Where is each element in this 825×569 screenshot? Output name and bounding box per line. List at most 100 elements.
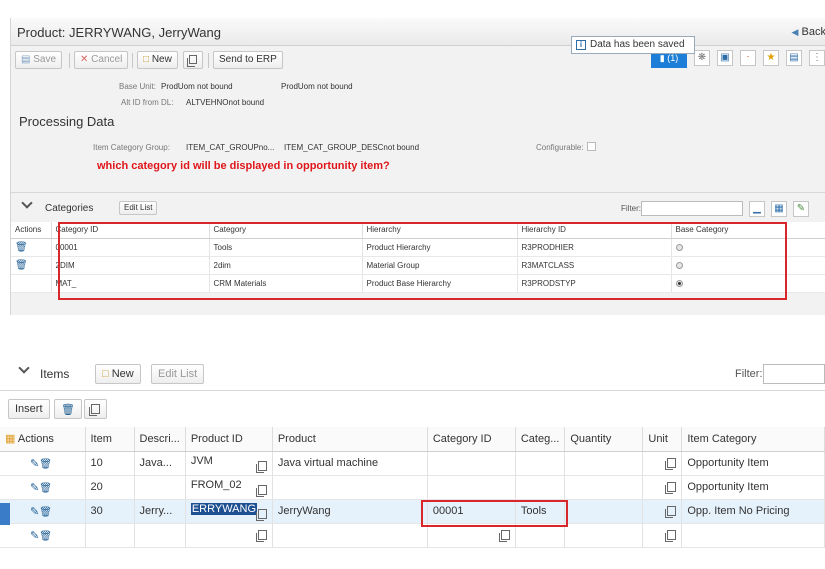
product-id-cell[interactable]: ERRYWANG: [185, 499, 273, 524]
item-row[interactable]: ✎🗑 20 FROM_02 Opportunity Item: [0, 475, 825, 500]
attachment-icon[interactable]: ⋅: [740, 50, 756, 66]
settings-icon[interactable]: ❋: [694, 50, 710, 66]
col-description[interactable]: Descri...: [134, 427, 186, 452]
more-icon[interactable]: ⋮: [809, 50, 825, 66]
category-row[interactable]: 🗑 2DIM 2dim Material Group R3MATCLASS: [11, 256, 825, 275]
quantity-cell: [564, 451, 644, 476]
print-icon[interactable]: ▤: [786, 50, 802, 66]
edit-icon[interactable]: ✎: [30, 530, 39, 542]
col-category-id[interactable]: Category ID: [51, 222, 210, 239]
base-category-radio[interactable]: [675, 243, 683, 251]
items-new-button[interactable]: □ New: [95, 364, 141, 384]
product-id-cell[interactable]: [185, 523, 273, 548]
category-id-cell: 00001: [427, 499, 516, 524]
col-item-category[interactable]: Item Category: [681, 427, 825, 452]
edit-icon[interactable]: ✎: [30, 458, 39, 470]
col-unit[interactable]: Unit: [642, 427, 683, 452]
edit-icon[interactable]: ✎: [30, 482, 39, 494]
unit-cell[interactable]: [642, 451, 683, 476]
value-help-icon[interactable]: [255, 461, 267, 473]
description-link[interactable]: Jerry...: [134, 499, 186, 524]
personalize-icon[interactable]: ✎: [793, 201, 809, 217]
back-link[interactable]: ◀ Back: [792, 26, 825, 38]
value-help-icon[interactable]: [665, 506, 677, 518]
send-to-erp-button[interactable]: Send to ERP: [213, 51, 283, 69]
product-id-selected-text[interactable]: ERRYWANG: [190, 503, 258, 515]
column-settings-icon: ▦: [5, 433, 16, 446]
copy-button[interactable]: [84, 399, 107, 419]
value-help-icon[interactable]: [665, 482, 677, 494]
col-category-id[interactable]: Category ID: [427, 427, 516, 452]
delete-icon[interactable]: 🗑: [39, 459, 52, 470]
product-detail-panel: Product: JERRYWANG, JerryWang ◀ Back ▤ S…: [10, 18, 825, 315]
save-button[interactable]: ▤ Save: [15, 51, 63, 69]
unit-cell[interactable]: [642, 523, 683, 548]
product-id-cell[interactable]: FROM_02: [185, 475, 273, 500]
value-help-icon[interactable]: [665, 530, 677, 542]
col-product-id[interactable]: Product ID: [185, 427, 273, 452]
cancel-button[interactable]: ✕ Cancel: [74, 51, 129, 69]
col-hierarchy[interactable]: Hierarchy: [362, 222, 518, 239]
items-edit-list-button[interactable]: Edit List: [151, 364, 205, 384]
col-actions[interactable]: ▦ Actions: [0, 427, 86, 452]
configurable-checkbox[interactable]: [587, 142, 596, 151]
save-toast: i Data has been saved: [571, 36, 695, 54]
delete-icon[interactable]: 🗑: [15, 242, 28, 253]
category-row[interactable]: MAT_ CRM Materials Product Base Hierarch…: [11, 274, 825, 293]
items-filter-label: Filter:: [735, 368, 763, 380]
delete-icon[interactable]: 🗑: [39, 483, 52, 494]
value-help-icon[interactable]: [498, 530, 510, 542]
category-row[interactable]: 🗑 00001 Tools Product Hierarchy R3PRODHI…: [11, 238, 825, 257]
item-row-empty[interactable]: ✎🗑: [0, 523, 825, 548]
description-link[interactable]: [134, 475, 186, 500]
row-actions: ✎🗑: [0, 499, 86, 524]
categories-edit-list-button[interactable]: Edit List: [119, 201, 158, 215]
item-row-selected[interactable]: ✎🗑 30 Jerry... ERRYWANG JerryWang 00001 …: [0, 499, 825, 524]
item-row[interactable]: ✎🗑 10 Java... JVM Java virtual machine O…: [0, 451, 825, 476]
base-category-radio[interactable]: [675, 261, 683, 269]
delete-icon[interactable]: 🗑: [39, 531, 52, 542]
item-cell: 30: [85, 499, 135, 524]
delete-icon[interactable]: 🗑: [15, 260, 28, 271]
value-help-icon[interactable]: [665, 458, 677, 470]
base-category-radio-selected[interactable]: [675, 279, 683, 287]
delete-button[interactable]: 🗑: [54, 399, 82, 419]
category-id-cell: [427, 475, 516, 500]
product-id-cell[interactable]: JVM: [185, 451, 273, 476]
chart-icon[interactable]: ▁: [749, 201, 765, 217]
item-cell: 10: [85, 451, 135, 476]
cancel-icon: ✕: [80, 54, 89, 65]
value-help-icon[interactable]: [255, 485, 267, 497]
categories-filter-input[interactable]: [641, 201, 743, 216]
col-base-category[interactable]: Base Category: [671, 222, 825, 239]
col-hierarchy-id[interactable]: Hierarchy ID: [517, 222, 672, 239]
unit-cell[interactable]: [642, 475, 683, 500]
product-cell: [272, 475, 428, 500]
col-actions[interactable]: Actions: [11, 222, 52, 239]
insert-button[interactable]: Insert: [8, 399, 50, 419]
col-item[interactable]: Item: [85, 427, 135, 452]
collapse-chevron-icon[interactable]: [18, 362, 30, 374]
value-help-icon[interactable]: [255, 509, 267, 521]
export-icon[interactable]: ▣: [717, 50, 733, 66]
unit-cell[interactable]: [642, 499, 683, 524]
hierarchy-cell: Product Hierarchy: [362, 238, 518, 257]
description-link[interactable]: Java...: [134, 451, 186, 476]
col-product[interactable]: Product: [272, 427, 428, 452]
col-category[interactable]: Category: [209, 222, 363, 239]
new-button[interactable]: □ New: [137, 51, 178, 69]
value-help-icon[interactable]: [255, 530, 267, 542]
edit-icon[interactable]: ✎: [30, 506, 39, 518]
base-unit-value-2: ProdUom not bound: [281, 82, 353, 91]
table-settings-icon[interactable]: ▦: [771, 201, 787, 217]
collapse-chevron-icon[interactable]: [21, 197, 33, 209]
copy-button[interactable]: [183, 51, 203, 69]
category-id-cell[interactable]: [427, 523, 516, 548]
col-quantity[interactable]: Quantity: [564, 427, 644, 452]
items-filter-input[interactable]: [763, 364, 825, 384]
col-categ[interactable]: Categ...: [515, 427, 566, 452]
trash-icon: 🗑: [61, 404, 75, 416]
favorite-icon[interactable]: ★: [763, 50, 779, 66]
row-actions: ✎🗑: [0, 523, 86, 548]
delete-icon[interactable]: 🗑: [39, 507, 52, 518]
